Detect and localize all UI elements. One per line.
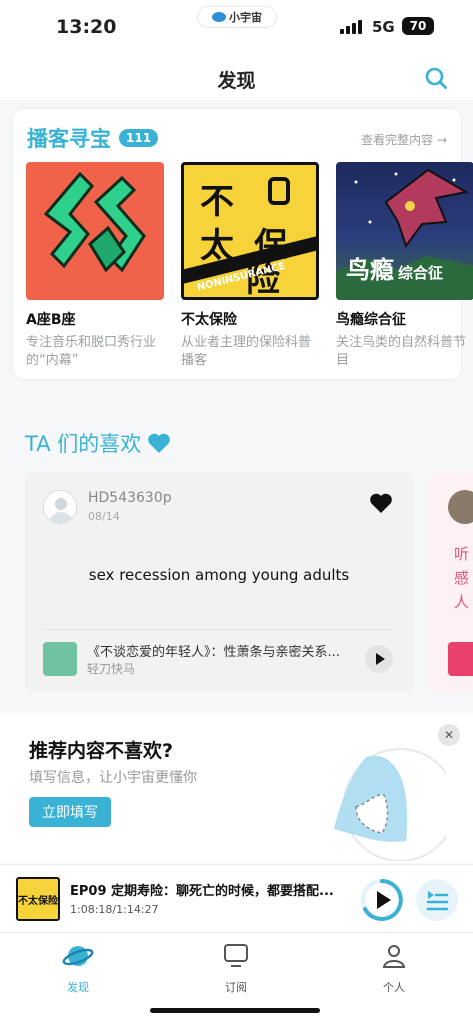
- count-badge: 111: [119, 129, 159, 147]
- heart-icon: [148, 433, 171, 453]
- episode-thumbnail[interactable]: [448, 642, 473, 676]
- search-icon[interactable]: [424, 66, 448, 90]
- monitor-icon: [224, 944, 248, 967]
- page-header: 发现: [0, 56, 473, 100]
- svg-text:综合征: 综合征: [398, 264, 443, 282]
- podcast-list: A座B座 专注音乐和脱口秀行业的“内幕” 不 太 保 险 NONINSURANC…: [26, 162, 473, 370]
- app-pill-label: 小宇宙: [229, 11, 262, 24]
- episode-title[interactable]: 《不谈恋爱的年轻人》：性萧条与亲密关系...: [87, 641, 357, 660]
- fill-in-button[interactable]: 立即填写: [29, 797, 111, 827]
- ta-title-text: TA 们的喜欢: [25, 432, 142, 456]
- podcast-item[interactable]: 不 太 保 险 NONINSURANCE 不太保险 从业者主理的保险科普播客: [181, 162, 319, 370]
- network-type: 5G: [372, 18, 395, 36]
- playlist-button[interactable]: [416, 879, 458, 921]
- survey-question: 推荐内容不喜欢?: [29, 740, 174, 762]
- divider: [43, 629, 395, 630]
- see-all-link[interactable]: 查看完整内容 →: [361, 131, 447, 148]
- status-time: 13:20: [56, 16, 117, 38]
- avatar[interactable]: [448, 490, 473, 524]
- ta-section-title: TA 们的喜欢: [25, 428, 171, 458]
- survey-banner: 推荐内容不喜欢? 填写信息，让小宇宙更懂你 立即填写 ✕: [0, 713, 473, 863]
- comment-text: 听感人: [454, 545, 470, 611]
- person-icon: [382, 945, 406, 968]
- comment-date: 08/14: [88, 510, 120, 523]
- episode-thumbnail[interactable]: [43, 642, 77, 676]
- play-button[interactable]: [365, 645, 393, 673]
- podcast-desc: 从业者主理的保险科普播客: [181, 335, 312, 368]
- svg-text:不: 不: [200, 182, 234, 222]
- podcast-desc: 关注鸟类的自然科普节目: [336, 335, 467, 368]
- episode-author: 轻刀快马: [87, 662, 136, 676]
- planet-illustration: [334, 748, 446, 861]
- podcast-name: 不太保险: [181, 312, 237, 328]
- tab-label: 个人: [383, 981, 405, 994]
- podcast-desc: 专注音乐和脱口秀行业的“内幕”: [26, 335, 157, 368]
- playlist-icon: [426, 891, 449, 911]
- page-title: 发现: [217, 70, 256, 92]
- tab-profile[interactable]: 个人: [354, 941, 434, 995]
- podcast-cover[interactable]: 不 太 保 险 NONINSURANCE: [181, 162, 319, 300]
- podcast-name: A座B座: [26, 312, 76, 328]
- podcast-cover[interactable]: 鸟瘾 综合征: [336, 162, 473, 300]
- close-icon[interactable]: ✕: [438, 724, 460, 746]
- liked-comment-card[interactable]: HD543630p 08/14 sex recession among youn…: [25, 472, 413, 692]
- username[interactable]: HD543630p: [88, 490, 172, 506]
- podcast-discovery-card: 播客寻宝 111 查看完整内容 → A座B座 专注音乐和脱口秀行业的“内幕” 不…: [12, 108, 473, 380]
- avatar[interactable]: [43, 490, 77, 524]
- tab-discover[interactable]: 发现: [38, 941, 118, 995]
- player-episode-title[interactable]: EP09 定期寿险：聊死亡的时候，都要搭配...: [70, 880, 352, 899]
- tab-label: 发现: [67, 981, 89, 994]
- tab-label: 订阅: [225, 981, 247, 994]
- podcast-cover[interactable]: [26, 162, 164, 300]
- tab-subscriptions[interactable]: 订阅: [196, 941, 276, 995]
- home-indicator: [150, 1008, 320, 1013]
- status-bar: 13:20 小宇宙 5G 70: [0, 0, 473, 56]
- mini-player[interactable]: 不太保险 EP09 定期寿险：聊死亡的时候，都要搭配... 1:08:18/1:…: [0, 864, 473, 932]
- liked-comment-card[interactable]: 听感人: [430, 472, 473, 692]
- podcast-item[interactable]: A座B座 专注音乐和脱口秀行业的“内幕”: [26, 162, 164, 370]
- podcast-item[interactable]: 鸟瘾 综合征 鸟瘾综合征 关注鸟类的自然科普节目: [336, 162, 473, 370]
- planet-icon: [62, 946, 94, 966]
- podcast-name: 鸟瘾综合征: [336, 312, 406, 328]
- planet-icon: [212, 12, 226, 22]
- app-pill: 小宇宙: [197, 6, 277, 28]
- battery-icon: 70: [402, 17, 434, 35]
- section-title: 播客寻宝 111: [27, 123, 159, 153]
- battery-level: 70: [409, 19, 427, 33]
- section-title-text: 播客寻宝: [27, 127, 111, 151]
- play-icon[interactable]: [360, 878, 404, 922]
- survey-subtitle: 填写信息，让小宇宙更懂你: [29, 770, 197, 786]
- svg-text:鸟瘾: 鸟瘾: [346, 256, 394, 284]
- comment-text: sex recession among young adults: [88, 566, 350, 584]
- player-cover[interactable]: 不太保险: [16, 877, 60, 921]
- signal-icon: [340, 20, 362, 34]
- like-heart-icon[interactable]: [369, 492, 393, 514]
- player-time: 1:08:18/1:14:27: [70, 903, 159, 916]
